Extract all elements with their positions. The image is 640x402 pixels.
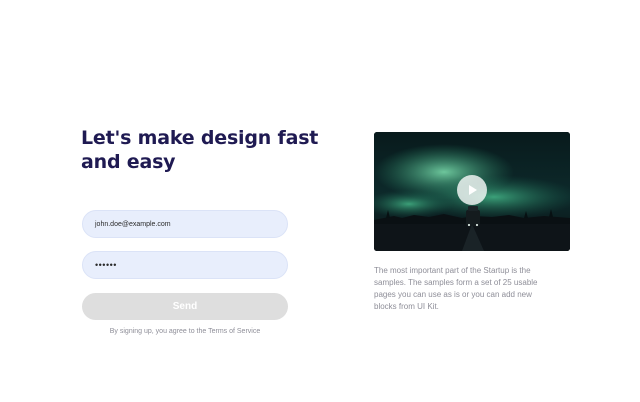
- terms-text: By signing up, you agree to the Terms of…: [109, 328, 261, 335]
- video-description: The most important part of the Startup i…: [374, 266, 538, 311]
- email-value: john.doe@example.com: [95, 220, 171, 228]
- send-button[interactable]: Send: [82, 293, 288, 320]
- password-field[interactable]: ••••••: [82, 251, 288, 279]
- play-button[interactable]: [457, 175, 487, 205]
- page-title: Let's make design fast and easy: [81, 127, 319, 173]
- password-value: ••••••: [95, 260, 117, 270]
- play-icon: [469, 185, 477, 195]
- email-field[interactable]: john.doe@example.com: [82, 210, 288, 238]
- signup-page: Let's make design fast and easy john.doe…: [0, 0, 640, 402]
